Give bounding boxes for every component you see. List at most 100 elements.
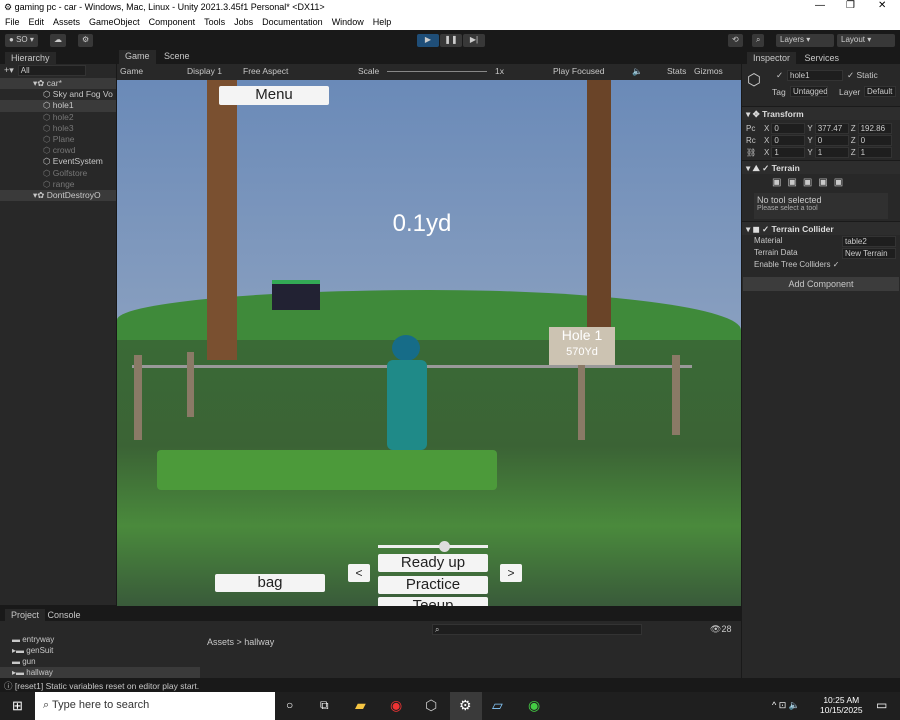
layers-dropdown[interactable]: Layers ▾ <box>776 34 834 47</box>
transform-scale-x-field[interactable]: 1 <box>771 146 806 158</box>
clock[interactable]: 10:25 AM 10/15/2025 <box>820 695 863 715</box>
close-button[interactable]: ✕ <box>878 0 886 11</box>
aspect-dropdown[interactable]: Free Aspect <box>243 66 288 76</box>
object-name-field[interactable]: hole1 <box>787 70 843 81</box>
pause-button[interactable]: ❚❚ <box>440 34 462 47</box>
play-button[interactable]: ▶ <box>417 34 439 47</box>
terrain-tools[interactable]: ▣▣▣▣▣ <box>742 174 900 191</box>
terrain-header[interactable]: ▾ ⛰ ✓ Terrain <box>742 160 900 174</box>
add-icon[interactable]: +▾ <box>4 65 14 77</box>
folder-item[interactable]: ▬ gun <box>0 656 200 667</box>
project-search[interactable]: ⌕ <box>432 624 642 635</box>
menu-button[interactable]: Menu <box>219 86 329 105</box>
hierarchy-item[interactable]: ⬡ Golfstore <box>0 168 116 179</box>
menu-help[interactable]: Help <box>373 17 392 28</box>
tab-game[interactable]: Game <box>119 50 156 64</box>
breadcrumb-assets[interactable]: Assets <box>207 637 234 647</box>
transform-scale-y-field[interactable]: 1 <box>814 146 849 158</box>
power-slider-handle[interactable] <box>439 541 450 552</box>
add-component-button[interactable]: Add Component <box>743 277 899 291</box>
transform-position-x-field[interactable]: 0 <box>771 122 806 134</box>
maximize-button[interactable]: ❐ <box>846 0 855 11</box>
hierarchy-item[interactable]: ⬡ Plane <box>0 134 116 145</box>
notepad-icon[interactable]: ▱ <box>492 697 503 714</box>
next-button[interactable]: > <box>500 564 522 582</box>
transform-scale-z-field[interactable]: 1 <box>857 146 892 158</box>
unity-hub-icon[interactable]: ⬡ <box>425 697 437 714</box>
hierarchy-item[interactable]: ▾✿ car* <box>0 78 116 90</box>
menu-gameobject[interactable]: GameObject <box>89 17 140 28</box>
folder-item[interactable]: ▸▬ genSuit <box>0 645 200 656</box>
tab-scene[interactable]: Scene <box>158 50 196 64</box>
hierarchy-item[interactable]: ⬡ hole3 <box>0 123 116 134</box>
ready-up-button[interactable]: Ready up <box>378 554 488 572</box>
tab-project[interactable]: Project <box>5 609 46 623</box>
menu-jobs[interactable]: Jobs <box>234 17 253 28</box>
transform-position-z-field[interactable]: 192.86 <box>857 122 892 134</box>
unity-editor-icon[interactable]: ⚙ <box>450 692 482 720</box>
transform-position-y-field[interactable]: 377.47 <box>814 122 849 134</box>
play-mode-dropdown[interactable]: Play Focused <box>553 66 605 76</box>
material-field[interactable]: table2 <box>842 236 896 247</box>
hierarchy-item[interactable]: ⬡ crowd <box>0 145 116 156</box>
breadcrumb-hallway[interactable]: hallway <box>244 637 274 647</box>
history-icon[interactable]: ⟲ <box>728 34 743 47</box>
file-explorer-icon[interactable]: ▰ <box>355 697 366 714</box>
scale-slider[interactable] <box>387 71 487 72</box>
transform-rotation-x-field[interactable]: 0 <box>771 134 806 146</box>
transform-header[interactable]: ▾ ✥ Transform <box>742 106 900 120</box>
menu-documentation[interactable]: Documentation <box>262 17 323 28</box>
notifications-icon[interactable]: ▭ <box>876 698 887 712</box>
account-button[interactable]: ● SO ▾ <box>5 34 38 47</box>
collab-icon[interactable]: ⚙ <box>78 34 94 47</box>
mute-icon[interactable]: 🔈 <box>632 66 643 77</box>
practice-button[interactable]: Practice <box>378 576 488 594</box>
tag-dropdown[interactable]: Untagged <box>790 86 828 97</box>
layer-dropdown[interactable]: Default <box>864 86 896 97</box>
cortana-icon[interactable]: ○ <box>286 698 293 712</box>
taskbar-search[interactable]: ⌕ Type here to search <box>35 692 275 720</box>
game-mode-dropdown[interactable]: Game <box>120 66 143 76</box>
hierarchy-item[interactable]: ⬡ hole1 <box>0 100 116 112</box>
hierarchy-tab[interactable]: Hierarchy <box>5 52 56 66</box>
hierarchy-item[interactable]: ⬡ EventSystem <box>0 156 116 167</box>
static-checkbox[interactable]: ✓ Static <box>847 70 878 81</box>
gizmos-button[interactable]: Gizmos <box>694 66 723 76</box>
menu-window[interactable]: Window <box>332 17 364 28</box>
layout-dropdown[interactable]: Layout ▾ <box>837 34 895 47</box>
hierarchy-item[interactable]: ▾✿ DontDestroyO <box>0 189 116 202</box>
bag-button[interactable]: bag <box>215 574 325 592</box>
tree-colliders-checkbox[interactable]: ✓ <box>833 260 840 269</box>
prev-button[interactable]: < <box>348 564 370 582</box>
hierarchy-item[interactable]: ⬡ Sky and Fog Vo <box>0 89 116 100</box>
hierarchy-item[interactable]: ⬡ hole2 <box>0 112 116 123</box>
task-view-icon[interactable]: ⧉ <box>320 698 329 713</box>
tab-console[interactable]: Console <box>48 610 81 620</box>
tray-icons[interactable]: ^ ⊡ 🔈 <box>772 700 800 711</box>
teeup-button[interactable]: Teeup <box>378 597 488 606</box>
menu-assets[interactable]: Assets <box>53 17 80 28</box>
menu-component[interactable]: Component <box>149 17 196 28</box>
transform-rotation-z-field[interactable]: 0 <box>857 134 892 146</box>
step-button[interactable]: ▶| <box>463 34 485 47</box>
power-slider[interactable] <box>378 541 488 552</box>
menu-edit[interactable]: Edit <box>29 17 45 28</box>
hierarchy-search[interactable]: All <box>17 65 86 76</box>
tab-services[interactable]: Services <box>805 53 840 63</box>
hierarchy-item[interactable]: ⬡ range <box>0 179 116 190</box>
menu-tools[interactable]: Tools <box>204 17 225 28</box>
transform-rotation-y-field[interactable]: 0 <box>814 134 849 146</box>
minimize-button[interactable]: — <box>815 0 825 11</box>
menu-file[interactable]: File <box>5 17 20 28</box>
chrome-profile-icon[interactable]: ◉ <box>528 697 540 714</box>
search-icon[interactable]: ⌕ <box>752 34 765 47</box>
stats-button[interactable]: Stats <box>667 66 686 76</box>
status-bar[interactable]: ⓘ [reset1] Static variables reset on edi… <box>0 678 900 692</box>
folder-item[interactable]: ▬ entryway <box>0 634 200 645</box>
chrome-icon[interactable]: ◉ <box>390 697 402 714</box>
cloud-icon[interactable]: ☁ <box>50 34 66 47</box>
game-viewport[interactable]: Hole 1 570Yd 0.1yd Menu Ready up Practic… <box>117 80 741 606</box>
terrain-data-field[interactable]: New Terrain <box>842 248 896 259</box>
active-checkbox[interactable]: ✓ <box>776 70 783 81</box>
terrain-collider-header[interactable]: ▾ ◼ ✓ Terrain Collider <box>742 221 900 235</box>
